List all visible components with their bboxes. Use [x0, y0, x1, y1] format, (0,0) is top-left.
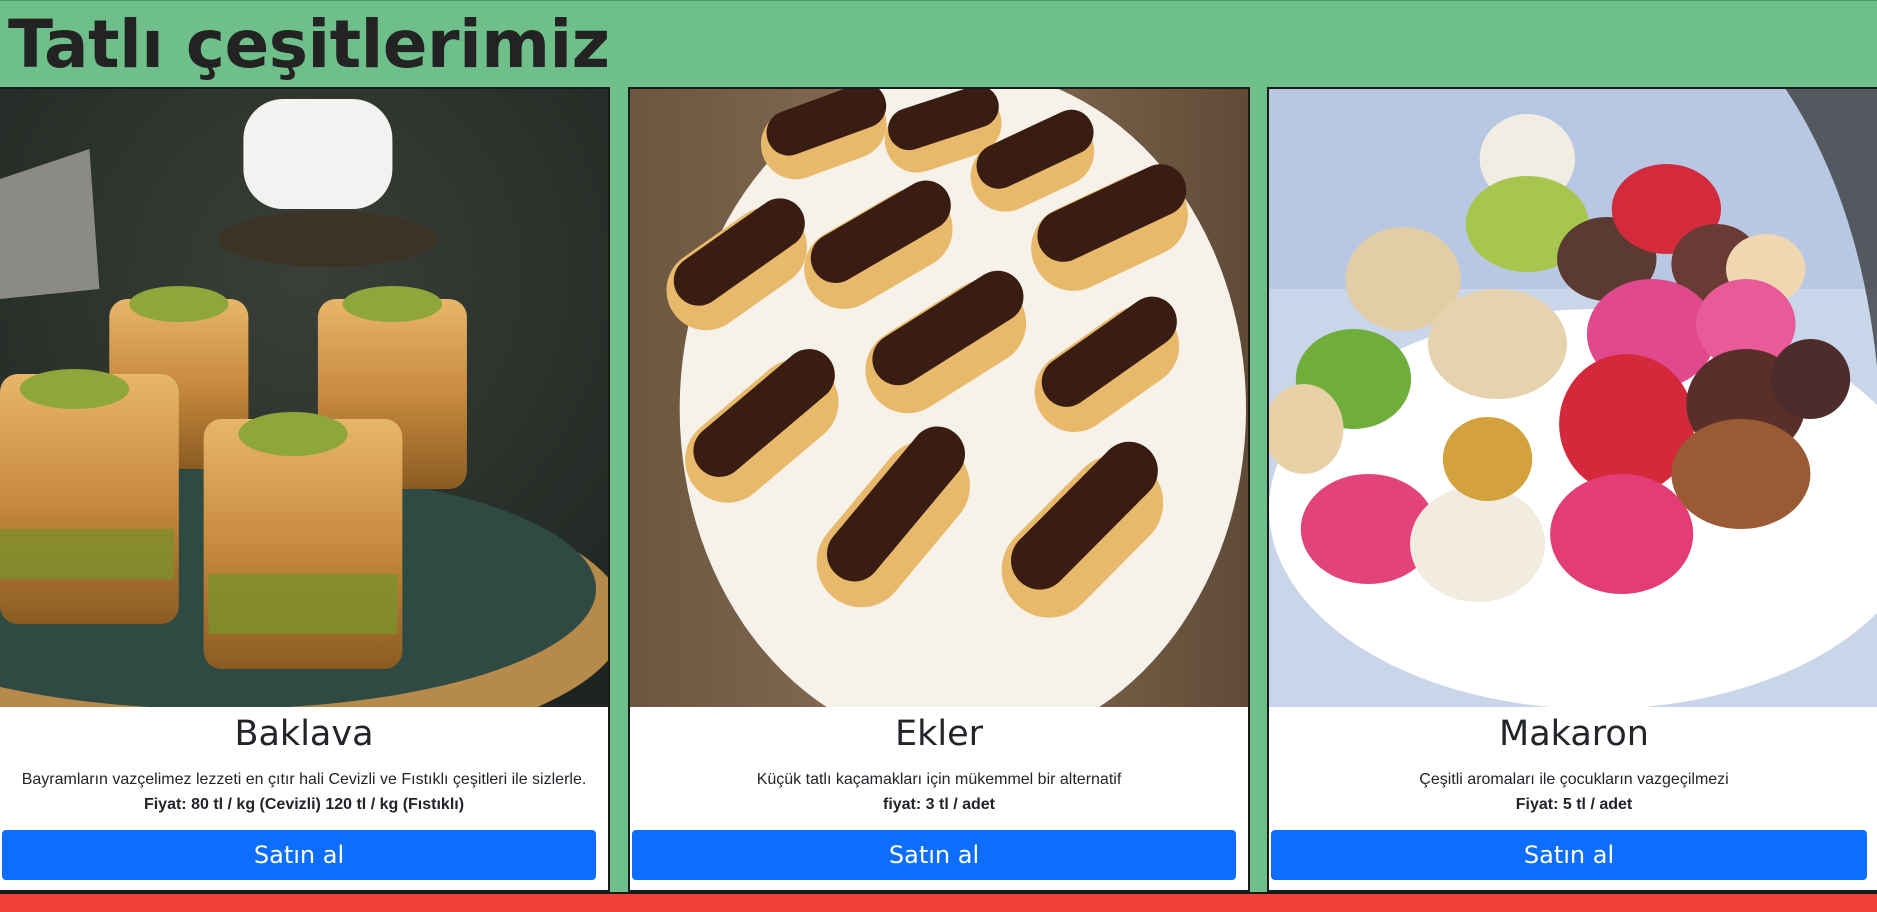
ekler-photo [630, 89, 1248, 707]
card-price: fiyat: 3 tl / adet [882, 796, 996, 813]
card-title: Makaron [1499, 714, 1649, 754]
card-description: Bayramların vazçelimez lezzeti en çıtır … [21, 771, 587, 788]
card-price: Fiyat: 5 tl / adet [1515, 796, 1633, 813]
card-title: Ekler [894, 714, 984, 754]
page-title: Tatlı çeşitlerimiz [8, 6, 610, 83]
card-description: Çeşitli aromaları ile çocukların vazgeçi… [1419, 771, 1729, 788]
product-card-ekler: Ekler Küçük tatlı kaçamakları için mükem… [628, 87, 1250, 892]
card-price: Fiyat: 80 tl / kg (Cevizli) 120 tl / kg … [143, 796, 465, 813]
buy-button-ekler[interactable]: Satın al [632, 830, 1236, 880]
buy-button-baklava[interactable]: Satın al [2, 830, 596, 880]
buy-button-makaron[interactable]: Satın al [1271, 830, 1867, 880]
card-title: Baklava [234, 714, 374, 754]
product-card-makaron: Makaron Çeşitli aromaları ile çocukların… [1267, 87, 1877, 892]
baklava-photo [0, 89, 608, 707]
header-bar: Tatlı çeşitlerimiz [0, 0, 1877, 86]
makaron-photo [1269, 89, 1877, 707]
card-description: Küçük tatlı kaçamakları için mükemmel bi… [756, 771, 1122, 788]
product-card-baklava: Baklava Bayramların vazçelimez lezzeti e… [0, 87, 610, 892]
next-section-bar [0, 892, 1877, 912]
